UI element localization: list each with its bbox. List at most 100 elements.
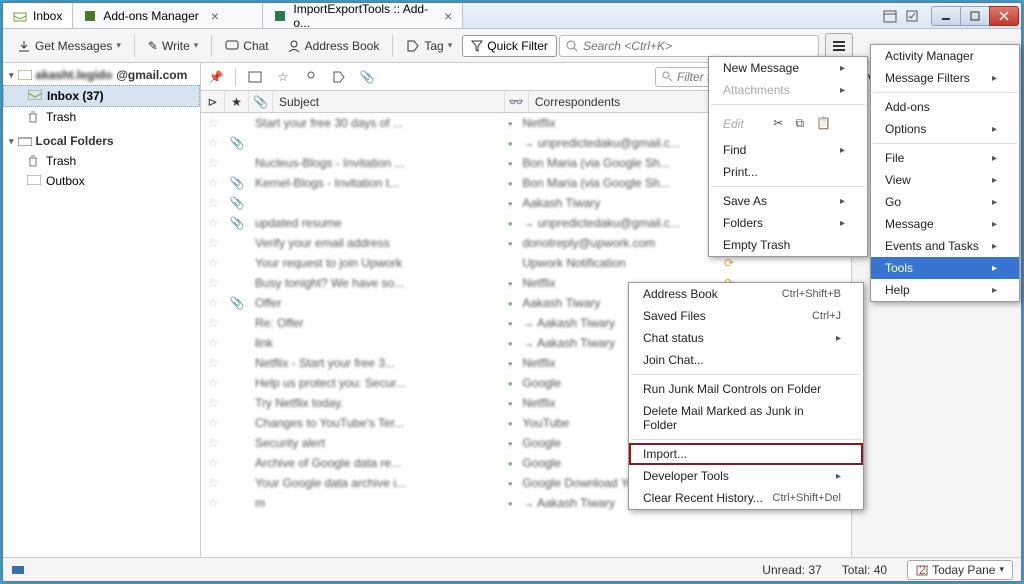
person-icon xyxy=(287,39,301,53)
menu-events[interactable]: Events and Tasks▸ xyxy=(871,235,1019,257)
star-icon[interactable]: ☆ xyxy=(201,476,225,490)
menu-file[interactable]: File▸ xyxy=(871,147,1019,169)
app-menu: New Message▸ Attachments▸ Edit ✂ ⧉ 📋 Fin… xyxy=(708,56,868,257)
star-icon[interactable]: ☆ xyxy=(201,456,225,470)
star-icon[interactable]: ☆ xyxy=(201,436,225,450)
menu-new-message[interactable]: New Message▸ xyxy=(709,57,867,79)
folder-outbox[interactable]: Outbox xyxy=(3,171,200,191)
star-icon[interactable]: ☆ xyxy=(201,256,225,270)
folder-trash-gmail[interactable]: Trash xyxy=(3,107,200,127)
starred-filter-icon[interactable]: ☆ xyxy=(274,68,292,86)
read-dot-icon: ● xyxy=(498,499,522,508)
global-search[interactable] xyxy=(559,35,819,57)
row-subject: Archive of Google data re... xyxy=(249,456,498,470)
folder-inbox[interactable]: Inbox (37) xyxy=(3,85,200,107)
attachment-icon: 📎 xyxy=(225,176,249,190)
star-icon[interactable]: ☆ xyxy=(201,396,225,410)
col-attachment[interactable]: 📎 xyxy=(249,91,273,112)
folder-trash-local[interactable]: Trash xyxy=(3,151,200,171)
close-icon[interactable]: × xyxy=(211,8,219,24)
menu-activity[interactable]: Activity Manager xyxy=(871,45,1019,67)
menu-chat-status[interactable]: Chat status▸ xyxy=(629,327,863,349)
col-read[interactable]: 👓 xyxy=(505,91,529,112)
menu-view[interactable]: View▸ xyxy=(871,169,1019,191)
today-pane-button[interactable]: 27 Today Pane ▾ xyxy=(907,560,1013,580)
address-book-button[interactable]: Address Book xyxy=(279,35,388,57)
col-thread[interactable]: ⊳ xyxy=(201,91,225,112)
star-icon[interactable]: ☆ xyxy=(201,336,225,350)
unread-filter-icon[interactable] xyxy=(246,68,264,86)
tab-inbox[interactable]: Inbox xyxy=(3,3,73,28)
menu-find[interactable]: Find▸ xyxy=(709,139,867,161)
account-local[interactable]: ▾ Local Folders xyxy=(3,131,200,151)
menu-junk-run[interactable]: Run Junk Mail Controls on Folder xyxy=(629,378,863,400)
menu-tools[interactable]: Tools▸ xyxy=(871,257,1019,279)
menu-message[interactable]: Message▸ xyxy=(871,213,1019,235)
attachment-filter-icon[interactable]: 📎 xyxy=(358,68,376,86)
star-icon[interactable]: ☆ xyxy=(201,416,225,430)
menu-help[interactable]: Help▸ xyxy=(871,279,1019,301)
menu-saved-files[interactable]: Saved FilesCtrl+J xyxy=(629,305,863,327)
chat-button[interactable]: Chat xyxy=(217,35,276,57)
search-input[interactable] xyxy=(583,39,812,53)
tag-button[interactable]: Tag ▾ xyxy=(398,35,460,57)
menu-go[interactable]: Go▸ xyxy=(871,191,1019,213)
read-dot-icon: ● xyxy=(498,139,522,148)
menu-join-chat[interactable]: Join Chat... xyxy=(629,349,863,371)
tab-import-tools[interactable]: ImportExportTools :: Add-o... × xyxy=(263,3,463,28)
star-icon[interactable]: ☆ xyxy=(201,196,225,210)
app-menu-button[interactable] xyxy=(825,33,853,59)
calendar-icon[interactable] xyxy=(880,7,900,25)
col-correspondents[interactable]: Correspondents xyxy=(529,91,717,112)
star-icon[interactable]: ☆ xyxy=(201,176,225,190)
close-button[interactable] xyxy=(989,6,1019,26)
chevron-down-icon[interactable]: ▾ xyxy=(448,40,453,51)
chevron-down-icon[interactable]: ▾ xyxy=(116,40,121,51)
star-icon[interactable]: ☆ xyxy=(201,216,225,230)
menu-dev-tools[interactable]: Developer Tools▸ xyxy=(629,465,863,487)
star-icon[interactable]: ☆ xyxy=(201,296,225,310)
pin-icon[interactable]: 📌 xyxy=(207,68,225,86)
quick-filter-button[interactable]: Quick Filter xyxy=(462,35,557,57)
tab-addons[interactable]: Add-ons Manager × xyxy=(73,3,263,28)
contact-filter-icon[interactable] xyxy=(302,68,320,86)
menu-address-book[interactable]: Address BookCtrl+Shift+B xyxy=(629,283,863,305)
star-icon[interactable]: ☆ xyxy=(201,136,225,150)
star-icon[interactable]: ☆ xyxy=(201,116,225,130)
star-icon[interactable]: ☆ xyxy=(201,316,225,330)
online-icon[interactable] xyxy=(11,564,25,576)
minimize-button[interactable] xyxy=(931,6,961,26)
menu-save-as[interactable]: Save As▸ xyxy=(709,190,867,212)
star-icon[interactable]: ☆ xyxy=(201,496,225,510)
chevron-down-icon[interactable]: ▾ xyxy=(194,40,199,51)
star-icon[interactable]: ☆ xyxy=(201,276,225,290)
close-icon[interactable]: × xyxy=(444,8,452,24)
menu-clear-history[interactable]: Clear Recent History...Ctrl+Shift+Del xyxy=(629,487,863,509)
received-icon: ⟳ xyxy=(717,256,741,270)
star-icon[interactable]: ☆ xyxy=(201,236,225,250)
star-icon[interactable]: ☆ xyxy=(201,156,225,170)
read-dot-icon: ● xyxy=(498,319,522,328)
account-gmail[interactable]: ▾ akasht.legido@gmail.com xyxy=(3,65,200,85)
tasks-icon[interactable] xyxy=(902,7,922,25)
menu-filters[interactable]: Message Filters▸ xyxy=(871,67,1019,89)
maximize-button[interactable] xyxy=(960,6,990,26)
write-button[interactable]: ✎ Write ▾ xyxy=(140,35,206,57)
menu-import[interactable]: Import... xyxy=(629,443,863,465)
col-subject[interactable]: Subject xyxy=(273,91,505,112)
tag-filter-icon[interactable] xyxy=(330,68,348,86)
star-icon[interactable]: ☆ xyxy=(201,376,225,390)
star-icon[interactable]: ☆ xyxy=(201,356,225,370)
calendar-icon: 27 xyxy=(916,564,928,576)
menu-addons[interactable]: Add-ons xyxy=(871,96,1019,118)
row-subject: Try Netflix today. xyxy=(249,396,498,410)
total-count: Total: 40 xyxy=(842,563,887,577)
menu-empty-trash[interactable]: Empty Trash xyxy=(709,234,867,256)
menu-folders[interactable]: Folders▸ xyxy=(709,212,867,234)
get-messages-button[interactable]: Get Messages ▾ xyxy=(9,35,129,57)
menu-junk-delete[interactable]: Delete Mail Marked as Junk in Folder xyxy=(629,400,863,436)
col-star[interactable]: ★ xyxy=(225,91,249,112)
menu-options[interactable]: Options▸ xyxy=(871,118,1019,140)
outbox-icon xyxy=(27,175,41,187)
menu-print[interactable]: Print... xyxy=(709,161,867,183)
